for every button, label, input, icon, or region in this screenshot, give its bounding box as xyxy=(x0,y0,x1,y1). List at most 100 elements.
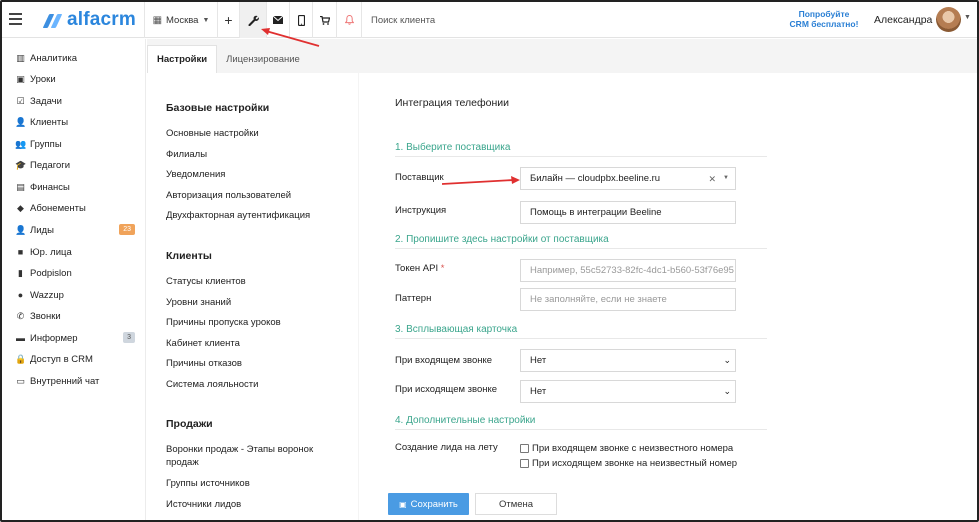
sidebar-item-label: Доступ в CRM xyxy=(30,353,93,365)
sidebar-item-label: Юр. лица xyxy=(30,246,72,258)
telephony-form: Интеграция телефонии 1. Выберите поставщ… xyxy=(359,73,977,520)
sidebar-item[interactable]: ◆ Абонементы xyxy=(15,200,137,216)
incoming-unknown-checkbox[interactable]: При входящем звонке с неизвестного номер… xyxy=(520,443,733,454)
client-search-input[interactable]: Поиск клиента xyxy=(371,15,435,26)
sidebar-item[interactable]: ▣ Уроки xyxy=(15,71,137,87)
promo-line-2: CRM бесплатно! xyxy=(789,19,859,29)
outgoing-label: При исходящем звонке xyxy=(395,384,498,395)
whatsapp-icon: ● xyxy=(17,290,24,300)
notifications-button[interactable] xyxy=(336,2,362,38)
graduation-cap-icon: 🎓 xyxy=(15,159,27,170)
sidebar-item-label: Финансы xyxy=(30,181,70,193)
chevron-down-icon: ▼ xyxy=(202,16,210,24)
settings-link[interactable]: Система лояльности xyxy=(166,378,346,391)
count-badge: 23 xyxy=(119,224,135,235)
sidebar-item-label: Группы xyxy=(30,138,62,150)
phone-icon: ✆ xyxy=(16,310,25,321)
sidebar-item[interactable]: ✆ Звонки xyxy=(15,308,137,324)
checkbox[interactable] xyxy=(520,444,529,453)
settings-link[interactable]: Причины пропуска уроков xyxy=(166,316,346,329)
settings-link[interactable]: Филиалы xyxy=(166,148,346,161)
sidebar-item-label: Podpislon xyxy=(30,267,72,279)
avatar[interactable] xyxy=(936,7,961,32)
logo[interactable]: alfacrm xyxy=(42,9,136,31)
sidebar-item[interactable]: ☑ Задачи xyxy=(15,93,137,109)
sidebar-item[interactable]: 🎓 Педагоги xyxy=(15,157,137,173)
annotation-arrow-settings xyxy=(261,28,320,47)
required-marker: * xyxy=(440,263,445,274)
sidebar-item[interactable]: ▭ Внутренний чат xyxy=(15,373,137,389)
settings-link[interactable]: Уведомления xyxy=(166,168,346,181)
sidebar-item-label: Лиды xyxy=(30,224,54,236)
chevron-down-icon: ⌄ xyxy=(723,355,731,365)
save-label: Сохранить xyxy=(410,498,458,510)
settings-link[interactable]: Авторизация пользователей xyxy=(166,189,346,202)
city-label: Москва xyxy=(166,14,199,26)
add-button[interactable]: + xyxy=(217,2,239,38)
tab-settings[interactable]: Настройки xyxy=(147,45,218,73)
settings-menu: Базовые настройки Основные настройки Фил… xyxy=(147,73,358,520)
incoming-select[interactable]: Нет ⌄ xyxy=(520,349,736,372)
outgoing-value: Нет xyxy=(530,386,547,397)
sidebar-item[interactable]: ■ Юр. лица xyxy=(15,244,137,260)
provider-value: Билайн — cloudpbx.beeline.ru xyxy=(530,173,661,184)
document-icon: ▮ xyxy=(18,267,23,278)
sidebar-item[interactable]: ▮ Podpislon xyxy=(15,265,137,281)
settings-link[interactable]: Кабинет клиента xyxy=(166,337,346,350)
sidebar-item[interactable]: 🔒 Доступ в CRM xyxy=(15,351,137,367)
tag-icon: ◆ xyxy=(17,202,24,213)
settings-link[interactable]: Группы источников xyxy=(166,477,346,490)
chevron-down-icon[interactable]: ▼ xyxy=(964,14,971,21)
provider-label: Поставщик xyxy=(395,172,444,183)
save-button[interactable]: ▣ Сохранить xyxy=(388,493,469,515)
chart-icon: ▥ xyxy=(16,52,25,63)
pattern-input[interactable]: Не заполняйте, если не знаете xyxy=(520,288,736,311)
annotation-arrow-provider xyxy=(442,176,520,185)
settings-link[interactable]: Источники лидов xyxy=(166,498,346,511)
section-heading: 4. Дополнительные настройки xyxy=(395,415,767,430)
settings-link[interactable]: Причины отказов xyxy=(166,357,346,370)
sidebar-item[interactable]: 👤 Лиды 23 xyxy=(15,222,137,238)
settings-link[interactable]: Основные настройки xyxy=(166,127,346,140)
envelope-icon xyxy=(273,16,283,24)
bell-icon xyxy=(344,15,354,25)
sidebar-item[interactable]: ▥ Аналитика xyxy=(15,50,137,66)
section-heading: 3. Всплывающая карточка xyxy=(395,324,767,339)
settings-link[interactable]: Уровни знаний xyxy=(166,296,346,309)
menu-icon[interactable] xyxy=(9,13,22,25)
sidebar-item[interactable]: ● Wazzup xyxy=(15,287,137,303)
lock-icon: 🔒 xyxy=(15,353,27,364)
clear-icon[interactable]: ✕ xyxy=(708,174,716,185)
provider-select[interactable]: Билайн — cloudpbx.beeline.ru ✕ ▼ xyxy=(520,167,736,190)
sidebar-item[interactable]: ▬ Информер 3 xyxy=(15,330,137,346)
checkbox[interactable] xyxy=(520,459,529,468)
calendar-icon: ▣ xyxy=(16,73,25,84)
top-bar: alfacrm ▦ Москва ▼ + Поиск клиента Попро… xyxy=(2,2,977,38)
pattern-label: Паттерн xyxy=(395,293,432,304)
sidebar-item-label: Задачи xyxy=(30,95,62,107)
chevron-down-icon: ⌄ xyxy=(723,386,731,396)
sidebar-item[interactable]: 👥 Группы xyxy=(15,136,137,152)
outgoing-select[interactable]: Нет ⌄ xyxy=(520,380,736,403)
sidebar-item[interactable]: ▤ Финансы xyxy=(15,179,137,195)
settings-link[interactable]: Двухфакторная аутентификация xyxy=(166,209,346,222)
tasks-icon: ☑ xyxy=(16,95,25,106)
city-selector[interactable]: ▦ Москва ▼ xyxy=(144,2,217,38)
building-icon: ▦ xyxy=(152,14,163,26)
trial-promo-link[interactable]: Попробуйте CRM бесплатно! xyxy=(788,9,860,29)
user-name[interactable]: Александра xyxy=(874,14,932,26)
cancel-button[interactable]: Отмена xyxy=(475,493,557,515)
logo-mark-icon xyxy=(42,10,64,30)
chat-icon: ▭ xyxy=(16,375,25,386)
settings-link[interactable]: Статусы клиентов xyxy=(166,275,346,288)
user-plus-icon: 👤 xyxy=(15,224,27,235)
user-icon: 👤 xyxy=(15,116,27,127)
token-input[interactable]: Например, 55c52733-82fc-4dc1-b560-53f76e… xyxy=(520,259,736,282)
settings-link[interactable]: Воронки продаж - Этапы воронок продаж xyxy=(166,443,346,469)
incoming-label: При входящем звонке xyxy=(395,355,493,366)
instruction-link[interactable]: Помощь в интеграции Beeline xyxy=(520,201,736,224)
instruction-label: Инструкция xyxy=(395,205,447,216)
sidebar-item[interactable]: 👤 Клиенты xyxy=(15,114,137,130)
outgoing-unknown-checkbox[interactable]: При исходящем звонке на неизвестный номе… xyxy=(520,458,737,469)
token-label: Токен API * xyxy=(395,263,444,274)
